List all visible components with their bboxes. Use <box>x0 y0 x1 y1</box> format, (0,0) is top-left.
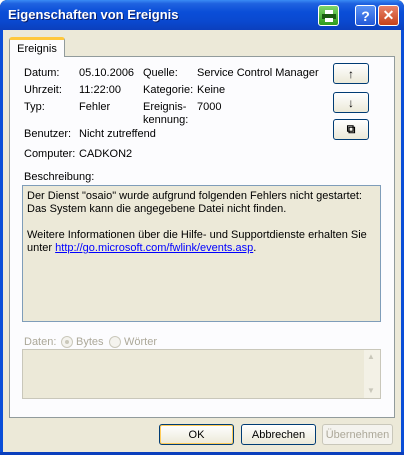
typ-label: Typ: <box>24 101 45 113</box>
ereignis-label-line1: Ereignis- <box>143 101 187 113</box>
previous-event-button[interactable]: ↑ <box>333 63 369 84</box>
datum-label: Datum: <box>24 67 60 79</box>
description-line3: Weitere Informationen über die Hilfe- un… <box>27 229 367 241</box>
description-line1: Der Dienst "osaio" wurde aufgrund folgen… <box>27 190 362 202</box>
uhrzeit-label: Uhrzeit: <box>24 84 62 96</box>
printer-icon <box>321 9 336 22</box>
description-line4-suffix: . <box>253 242 257 254</box>
next-event-button[interactable]: ↓ <box>333 92 369 113</box>
bytes-radio[interactable] <box>61 336 73 348</box>
words-radio-label: Wörter <box>124 336 157 348</box>
description-textbox[interactable]: Der Dienst "osaio" wurde aufgrund folgen… <box>22 185 381 322</box>
description-line2: Das System kann die angegebene Datei nic… <box>27 203 287 215</box>
ok-button[interactable]: OK <box>159 424 234 445</box>
close-button[interactable]: ✕ <box>378 5 399 26</box>
scroll-up-icon[interactable]: ▲ <box>367 352 375 361</box>
tab-ereignis[interactable]: Ereignis <box>9 37 65 57</box>
arrow-down-icon: ↓ <box>348 95 354 110</box>
data-scrollbar[interactable]: ▲ ▼ <box>364 350 380 398</box>
scroll-down-icon[interactable]: ▼ <box>367 386 375 395</box>
quelle-value: Service Control Manager <box>197 67 319 79</box>
print-icon[interactable] <box>318 5 339 26</box>
arrow-up-icon: ↑ <box>348 66 354 81</box>
quelle-label: Quelle: <box>143 67 178 79</box>
copy-button[interactable]: ⧉ <box>333 119 369 140</box>
kategorie-value: Keine <box>197 84 226 96</box>
cancel-button[interactable]: Abbrechen <box>241 424 316 445</box>
description-line4-prefix: unter <box>27 242 56 254</box>
data-label: Daten: <box>24 336 57 348</box>
data-textbox[interactable]: ▲ ▼ <box>22 349 381 399</box>
typ-value: Fehler <box>79 101 111 113</box>
apply-button[interactable]: Übernehmen <box>322 424 393 445</box>
computer-value: CADKON2 <box>79 148 133 160</box>
ereignis-label-line2: kennung: <box>143 114 189 126</box>
help-button[interactable]: ? <box>355 5 376 26</box>
copy-icon: ⧉ <box>346 122 356 136</box>
window-title: Eigenschaften von Ereignis <box>8 7 179 22</box>
help-link[interactable]: http://go.microsoft.com/fwlink/events.as… <box>55 242 253 254</box>
title-bar[interactable]: Eigenschaften von Ereignis ? ✕ <box>0 0 404 30</box>
kategorie-label: Kategorie: <box>143 84 194 96</box>
description-label: Beschreibung: <box>24 171 95 183</box>
computer-label: Computer: <box>24 148 76 160</box>
description-line4: unter http://go.microsoft.com/fwlink/eve… <box>27 242 376 255</box>
bytes-radio-label: Bytes <box>76 336 104 348</box>
event-properties-window: Eigenschaften von Ereignis ? ✕ Ereignis … <box>0 0 404 455</box>
ereignis-value: 7000 <box>197 101 222 113</box>
benutzer-value: Nicht zutreffend <box>79 128 156 140</box>
words-radio[interactable] <box>109 336 121 348</box>
uhrzeit-value: 11:22:00 <box>79 84 122 96</box>
benutzer-label: Benutzer: <box>24 128 72 140</box>
datum-value: 05.10.2006 <box>79 67 135 79</box>
